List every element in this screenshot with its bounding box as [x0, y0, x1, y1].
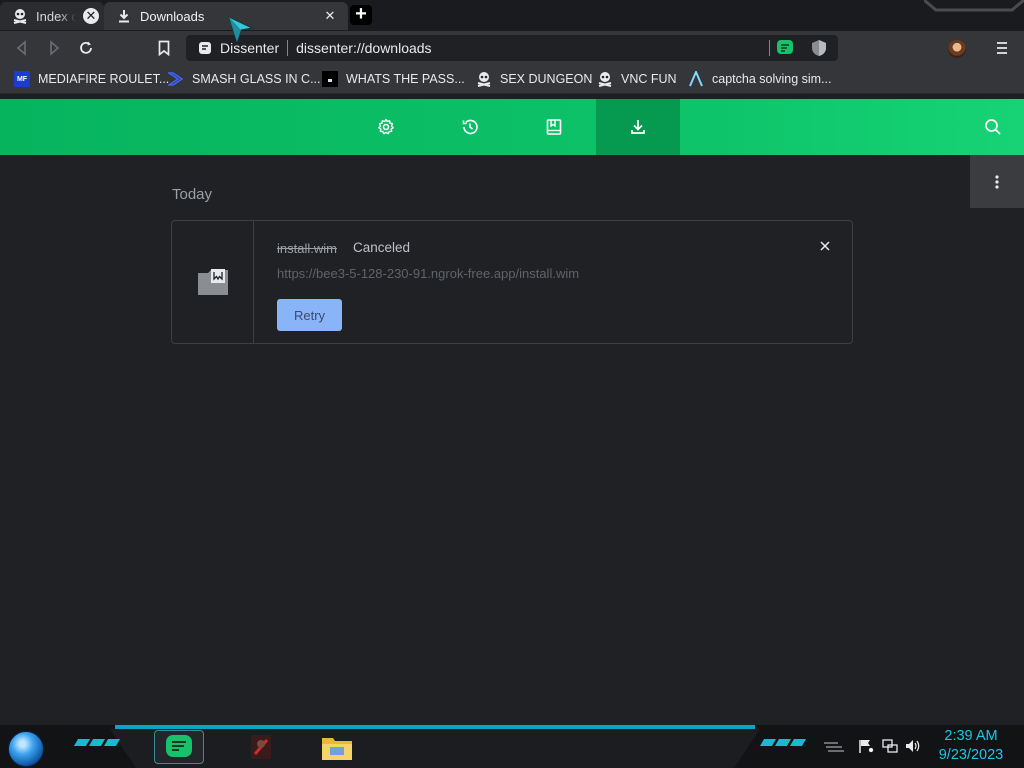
- retry-button[interactable]: Retry: [277, 299, 342, 331]
- clock-date: 9/23/2023: [938, 747, 1004, 763]
- volume-icon[interactable]: [905, 739, 921, 753]
- captcha-icon: [688, 71, 704, 87]
- file-icon-cell: [172, 221, 254, 343]
- downloads-icon: [631, 120, 645, 134]
- action-center-flag-icon[interactable]: [858, 739, 874, 753]
- bookmark-label: SMASH GLASS IN C...: [192, 72, 321, 86]
- forward-arrow-icon: [50, 40, 60, 56]
- bookmarks-button[interactable]: [512, 99, 596, 155]
- bookmark-label: VNC FUN: [621, 72, 677, 86]
- back-arrow-icon: [16, 40, 26, 56]
- history-button[interactable]: [428, 99, 512, 155]
- bookmark-mediafire[interactable]: MF MEDIAFIRE ROULET...: [14, 70, 169, 88]
- taskbar-decoration: [73, 739, 121, 749]
- downloads-header: [0, 99, 1024, 155]
- history-icon: [462, 119, 478, 135]
- taskbar: 2:39 AM 9/23/2023: [0, 725, 1024, 768]
- download-status: Canceled: [353, 240, 411, 255]
- bookmark-label: WHATS THE PASS...: [346, 72, 465, 86]
- reload-icon: [80, 41, 92, 54]
- bookmarks-bar: MF MEDIAFIRE ROULET... SMASH GLASS IN C.…: [0, 65, 1024, 94]
- new-tab-button[interactable]: +: [350, 4, 372, 25]
- taskbar-app-file-explorer[interactable]: [312, 730, 362, 764]
- bookmark-label: captcha solving sim...: [712, 72, 832, 86]
- browser-toolbar: Dissenter dissenter://downloads: [0, 31, 1024, 65]
- bookmark-icon: [158, 40, 170, 56]
- divider: [769, 40, 770, 56]
- mouse-cursor-icon: [228, 16, 254, 44]
- bookmark-whats-the-pass[interactable]: WHATS THE PASS...: [322, 70, 465, 88]
- downloads-page: Today install.wim Canceled https://bee3-…: [0, 155, 1024, 725]
- tab-label: Downloads: [140, 8, 205, 24]
- pirate-icon: [476, 71, 492, 87]
- site-info-icon: [199, 42, 211, 54]
- bookmark-vnc-fun[interactable]: VNC FUN: [597, 70, 677, 88]
- divider: [287, 40, 289, 56]
- download-icon: [116, 8, 132, 24]
- download-url[interactable]: https://bee3-5-128-230-91.ngrok-free.app…: [277, 266, 579, 281]
- file-icon: [197, 269, 228, 295]
- pirate-icon: [597, 71, 613, 87]
- settings-button[interactable]: [344, 99, 428, 155]
- bookmark-sex-dungeon[interactable]: SEX DUNGEON: [476, 70, 592, 88]
- network-icon[interactable]: [882, 739, 898, 753]
- smash-glass-icon: [168, 71, 184, 87]
- downloads-button[interactable]: [596, 99, 680, 155]
- taskbar-panel: [110, 729, 760, 768]
- dissenter-comments-icon[interactable]: [776, 39, 794, 57]
- reload-button[interactable]: [74, 36, 98, 60]
- taskbar-app-game[interactable]: [236, 730, 286, 764]
- taskbar-app-dissenter[interactable]: [154, 730, 204, 764]
- section-heading: Today: [172, 186, 213, 203]
- mediafire-icon: MF: [14, 71, 30, 87]
- menu-icon[interactable]: [992, 38, 1012, 58]
- remove-download-button[interactable]: [816, 237, 834, 255]
- address-bar[interactable]: Dissenter dissenter://downloads: [186, 35, 838, 61]
- download-item: install.wim Canceled https://bee3-5-128-…: [171, 220, 853, 344]
- tab-downloads[interactable]: Downloads ✕: [104, 2, 348, 30]
- close-icon: [820, 241, 830, 251]
- avatar[interactable]: [948, 40, 966, 58]
- show-hidden-icons-icon[interactable]: [822, 739, 846, 753]
- system-clock[interactable]: 2:39 AM 9/23/2023: [930, 727, 1012, 765]
- dissenter-app-icon: [166, 735, 192, 757]
- taskbar-accent: [115, 725, 755, 729]
- close-tab-icon[interactable]: ✕: [83, 8, 99, 24]
- taskbar-decoration: [759, 739, 807, 749]
- shield-icon[interactable]: [810, 39, 828, 57]
- bookmark-smash-glass[interactable]: SMASH GLASS IN C...: [168, 70, 321, 88]
- bookmark-label: SEX DUNGEON: [500, 72, 593, 86]
- folder-icon: [322, 738, 352, 760]
- download-filename[interactable]: install.wim: [277, 241, 337, 256]
- back-button[interactable]: [10, 36, 34, 60]
- bookmark-label: MEDIAFIRE ROULET...: [38, 72, 170, 86]
- pirate-icon: [12, 8, 28, 24]
- bookmark-captcha[interactable]: captcha solving sim...: [688, 70, 832, 88]
- close-tab-icon[interactable]: ✕: [322, 8, 338, 24]
- site-icon: [322, 71, 338, 87]
- forward-button[interactable]: [42, 36, 66, 60]
- bookmark-button[interactable]: [152, 36, 176, 60]
- start-button[interactable]: [8, 731, 44, 767]
- search-button[interactable]: [951, 99, 1024, 155]
- tab-label: Index of: [36, 8, 76, 24]
- clock-time: 2:39 AM: [944, 728, 998, 744]
- settings-icon: [378, 118, 394, 135]
- kebab-menu-icon: [995, 174, 999, 189]
- bookmarks-icon: [546, 119, 562, 135]
- search-icon: [985, 119, 1001, 135]
- more-options-button[interactable]: [970, 155, 1024, 208]
- window-decoration: [924, 0, 1024, 12]
- tab-index-of[interactable]: Index of ✕: [0, 2, 104, 30]
- url-text[interactable]: dissenter://downloads: [296, 40, 431, 56]
- tab-strip: Index of ✕ Downloads ✕ +: [0, 0, 1024, 31]
- game-app-icon: [251, 735, 271, 759]
